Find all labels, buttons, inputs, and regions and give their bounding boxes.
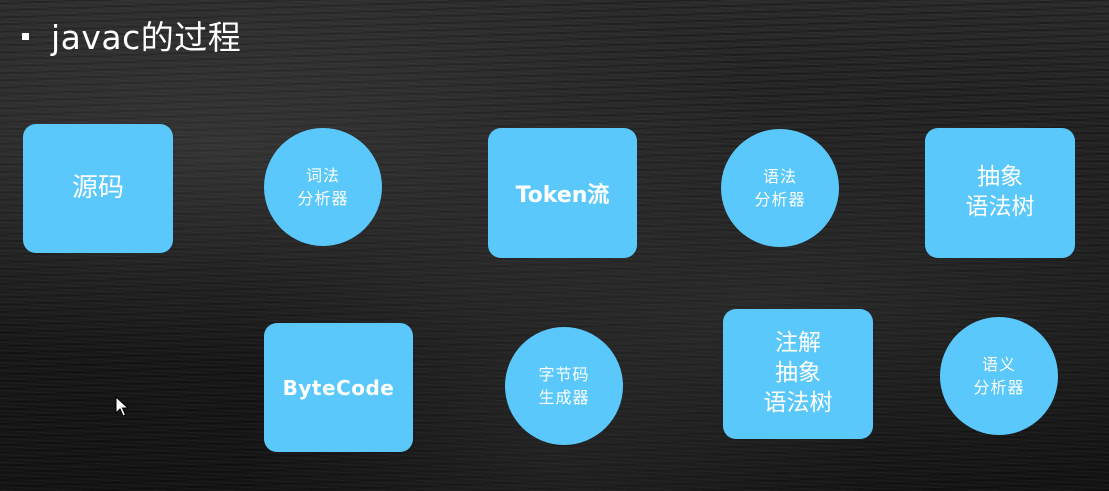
node-ast-label: 抽象 语法树 bbox=[965, 164, 1035, 220]
node-bytecode-generator-label: 字节码 生成器 bbox=[538, 364, 590, 407]
node-semantic-analyzer: 语义 分析器 bbox=[940, 317, 1058, 435]
node-annotated-ast: 注解 抽象 语法树 bbox=[723, 309, 873, 439]
slide: javac的过程 源码 词法 分析器 Token流 语法 分析器 抽象 语法树 … bbox=[0, 0, 1109, 491]
node-parser-label: 语法 分析器 bbox=[754, 166, 806, 209]
node-lexer: 词法 分析器 bbox=[264, 128, 382, 246]
mouse-pointer-icon bbox=[115, 396, 129, 417]
node-bytecode-label: ByteCode bbox=[282, 375, 395, 400]
node-annotated-ast-label: 注解 抽象 语法树 bbox=[763, 330, 833, 416]
node-bytecode: ByteCode bbox=[264, 323, 413, 452]
node-parser: 语法 分析器 bbox=[721, 129, 839, 247]
node-source: 源码 bbox=[23, 124, 173, 253]
node-token-stream-label: Token流 bbox=[515, 183, 610, 208]
node-lexer-label: 词法 分析器 bbox=[297, 165, 349, 208]
node-semantic-analyzer-label: 语义 分析器 bbox=[973, 354, 1025, 397]
node-token-stream: Token流 bbox=[488, 128, 637, 258]
bullet-icon bbox=[22, 32, 29, 40]
node-source-label: 源码 bbox=[71, 173, 124, 204]
slide-title: javac的过程 bbox=[22, 10, 241, 60]
slide-title-text: javac的过程 bbox=[51, 18, 242, 57]
node-ast: 抽象 语法树 bbox=[925, 128, 1075, 258]
node-bytecode-generator: 字节码 生成器 bbox=[505, 327, 623, 445]
